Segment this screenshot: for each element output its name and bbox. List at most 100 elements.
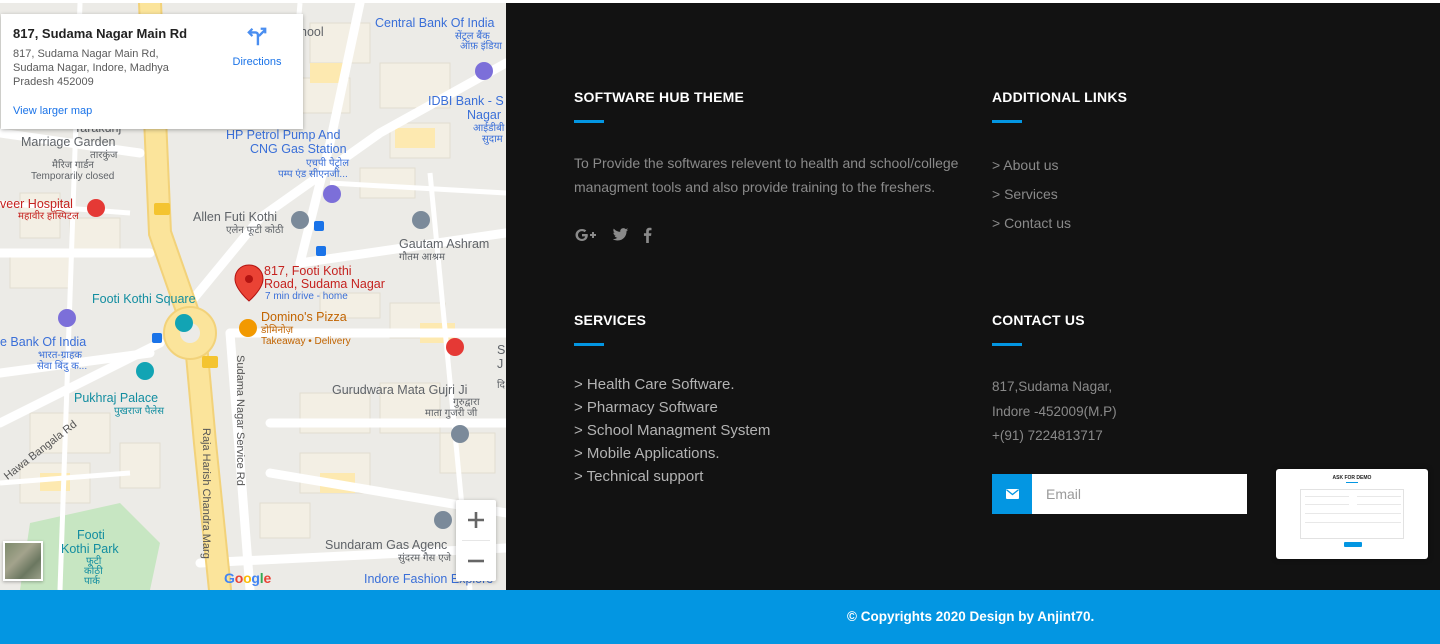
demo-title-underline xyxy=(1346,482,1358,483)
newsletter-form xyxy=(992,474,1247,514)
map-label-footi-park-1[interactable]: Footi xyxy=(77,528,105,543)
service-health-care[interactable]: > Health Care Software. xyxy=(574,373,770,396)
map-label-gautam[interactable]: Gautam Ashram xyxy=(399,237,489,252)
map-label-right-frag-3: दि xyxy=(497,380,505,391)
map-label-pukhraj[interactable]: Pukhraj Palace xyxy=(74,391,158,406)
map-label-hp-hi2: पम्प एंड सीएनजी... xyxy=(278,169,348,180)
software-hub-text: To Provide the softwares relevent to hea… xyxy=(574,155,959,195)
service-technical-support[interactable]: > Technical support xyxy=(574,465,770,488)
map-label-hp-petrol-1[interactable]: HP Petrol Pump And xyxy=(226,128,340,143)
map-label-bank-india-hi2: सेवा बिंदु क... xyxy=(37,361,88,372)
map-label-footi-park-2: Kothi Park xyxy=(61,542,119,556)
additional-links-list: > About us > Services > Contact us xyxy=(992,151,1127,238)
facebook-icon[interactable] xyxy=(643,227,652,243)
map-label-allen-hi: एलेन फूटी कोठी xyxy=(226,225,284,236)
map-label-dominos-hi: डोमिनोज़ xyxy=(261,325,294,336)
map-info-card: 817, Sudama Nagar Main Rd 817, Sudama Na… xyxy=(1,14,303,129)
plus-icon xyxy=(468,512,484,528)
map-label-sundaram-hi: सुंदरम गैस एजे xyxy=(398,553,452,564)
directions-label: Directions xyxy=(232,56,282,68)
map-label-tarakunj-hi2: मैरिज गार्डन xyxy=(52,160,94,171)
map-label-idbi-hi2: सुदाम xyxy=(482,134,503,145)
directions-button[interactable]: Directions xyxy=(225,26,289,68)
map-label-central-bank[interactable]: Central Bank Of India xyxy=(375,16,495,31)
zoom-in-button[interactable] xyxy=(456,500,496,540)
title-underline xyxy=(574,343,604,346)
map-label-idbi-2: Nagar xyxy=(467,108,502,122)
contact-title: CONTACT US xyxy=(992,312,1085,328)
map-label-bank-india[interactable]: e Bank Of India xyxy=(0,335,86,350)
map-road-sudama-service: Sudama Nagar Service Rd xyxy=(234,355,247,486)
map-road-raja-harish: Raja Harish Chandra Marg xyxy=(200,428,213,559)
title-underline xyxy=(574,120,604,123)
service-pharmacy[interactable]: > Pharmacy Software xyxy=(574,396,770,419)
map-label-footi-square[interactable]: Footi Kothi Square xyxy=(92,292,196,307)
map-label-bank-india-hi1: भारत-ग्राहक xyxy=(38,350,82,361)
link-contact-us[interactable]: > Contact us xyxy=(992,209,1127,238)
map-label-hospital[interactable]: veer Hospital xyxy=(0,197,73,212)
map-label-hp-petrol-2: CNG Gas Station xyxy=(250,142,347,156)
directions-icon xyxy=(247,27,267,46)
map-label-idbi[interactable]: IDBI Bank - S xyxy=(428,94,504,109)
title-underline xyxy=(992,343,1022,346)
contact-phone[interactable]: +(91) 7224813717 xyxy=(992,424,1117,449)
services-list: > Health Care Software. > Pharmacy Softw… xyxy=(574,373,770,488)
map-label-tarakunj-hi1: तारकुंज xyxy=(90,150,118,161)
zoom-out-button[interactable] xyxy=(456,541,496,581)
link-services[interactable]: > Services xyxy=(992,180,1127,209)
map-label-temp-closed: Temporarily closed xyxy=(31,171,115,182)
services-title: SERVICES xyxy=(574,312,647,328)
map-label-central-bank-hi2: ऑफ़ इंडिया xyxy=(460,41,502,52)
demo-form-preview xyxy=(1300,489,1404,539)
google-plus-icon[interactable] xyxy=(574,227,598,243)
map-label-hp-hi1: एचपी पेट्रोल xyxy=(306,158,350,169)
map-label-hospital-hi: महावीर हॉस्पिटल xyxy=(18,211,79,222)
map-label-marriage-garden[interactable]: Marriage Garden xyxy=(21,135,116,150)
footer-col-software-hub: SOFTWARE HUB THEME To Provide the softwa… xyxy=(574,89,969,243)
demo-widget-title: ASK FOR DEMO xyxy=(1332,475,1372,481)
google-logo: Google xyxy=(224,570,272,586)
google-map[interactable]: Central Bank Of India सेंट्रल बैंक ऑफ़ इ… xyxy=(0,3,506,590)
map-label-right-frag-2: J xyxy=(497,357,504,371)
minus-icon xyxy=(468,559,484,563)
map-zoom-control xyxy=(456,500,496,581)
footer-col-additional-links: ADDITIONAL LINKS > About us > Services >… xyxy=(992,89,1127,238)
map-label-idbi-hi1: आईडीबी xyxy=(473,123,505,134)
footer-col-contact: CONTACT US 817,Sudama Nagar, Indore -452… xyxy=(992,312,1117,449)
satellite-toggle[interactable] xyxy=(3,541,43,581)
contact-address-line2: Indore -452009(M.P) xyxy=(992,403,1117,419)
map-label-footi-park-hi3: पार्क xyxy=(84,576,100,587)
map-label-gurudwara[interactable]: Gurudwara Mata Gujri Ji xyxy=(332,383,467,398)
service-mobile-apps[interactable]: > Mobile Applications. xyxy=(574,442,770,465)
map-label-gurudwara-hi1: गुरुद्वारा xyxy=(453,397,480,408)
view-larger-map-link[interactable]: View larger map xyxy=(13,105,92,117)
map-label-dominos-sub: Takeaway • Delivery xyxy=(261,336,351,347)
map-label-gautam-hi: गौतम आश्रम xyxy=(399,252,445,263)
map-label-pukhraj-hi: पुखराज पैलेस xyxy=(114,406,164,417)
map-label-pin-sub: 7 min drive - home xyxy=(265,291,348,302)
map-label-school: hool xyxy=(300,25,324,39)
additional-links-title: ADDITIONAL LINKS xyxy=(992,89,1128,105)
service-school-management[interactable]: > School Managment System xyxy=(574,419,770,442)
map-label-gurudwara-hi2: माता गुजरी जी xyxy=(425,408,478,419)
map-label-right-frag-1: S xyxy=(497,343,506,357)
ask-for-demo-widget[interactable]: ASK FOR DEMO xyxy=(1276,469,1428,559)
map-label-sundaram[interactable]: Sundaram Gas Agenc xyxy=(325,538,447,553)
link-about-us[interactable]: > About us xyxy=(992,151,1127,180)
map-label-allen[interactable]: Allen Futi Kothi xyxy=(193,210,277,225)
copyright-text: © Copyrights 2020 Design by Anjint70. xyxy=(847,609,1095,624)
email-input[interactable] xyxy=(1032,474,1247,514)
contact-address-line1: 817,Sudama Nagar, xyxy=(992,379,1113,394)
map-label-dominos[interactable]: Domino's Pizza xyxy=(261,310,347,325)
copyright-bar: © Copyrights 2020 Design by Anjint70. xyxy=(0,590,1440,644)
contact-details: 817,Sudama Nagar, Indore -452009(M.P) +(… xyxy=(992,375,1117,449)
map-label-pin-2: Road, Sudama Nagar xyxy=(264,277,385,291)
info-card-address: 817, Sudama Nagar Main Rd, Sudama Nagar,… xyxy=(13,48,169,88)
title-underline xyxy=(992,120,1022,123)
twitter-icon[interactable] xyxy=(612,228,629,242)
footer-col-services: SERVICES > Health Care Software. > Pharm… xyxy=(574,312,770,488)
software-hub-title: SOFTWARE HUB THEME xyxy=(574,89,745,105)
social-links xyxy=(574,227,969,243)
demo-submit-button xyxy=(1344,542,1362,547)
envelope-icon xyxy=(992,474,1032,514)
